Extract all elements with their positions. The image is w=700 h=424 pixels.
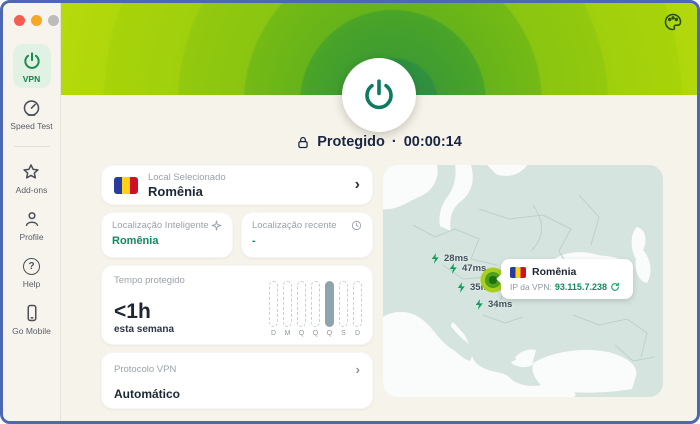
sidebar-item-label: Speed Test bbox=[10, 121, 52, 131]
protected-time-label: Tempo protegido bbox=[114, 275, 185, 286]
lightning-bolt-icon bbox=[473, 297, 486, 312]
location-cards-row: Localização Inteligente Romênia Localiza… bbox=[101, 212, 373, 258]
day-label: Q bbox=[327, 330, 332, 337]
sidebar-item-speed-test[interactable]: Speed Test bbox=[10, 97, 52, 131]
left-column: Local Selecionado Romênia › Localização … bbox=[101, 165, 373, 409]
connection-status: Protegido · 00:00:14 bbox=[61, 134, 697, 150]
day-bar bbox=[311, 281, 320, 327]
sidebar-item-vpn[interactable]: VPN bbox=[13, 44, 51, 88]
day-label: S bbox=[341, 330, 346, 337]
refresh-ip-icon[interactable] bbox=[610, 282, 620, 292]
day-bar bbox=[339, 281, 348, 327]
chevron-right-icon: › bbox=[356, 363, 360, 376]
zoom-button[interactable] bbox=[48, 15, 59, 26]
lock-icon bbox=[296, 135, 310, 150]
sidebar-item-label: Profile bbox=[19, 232, 43, 242]
day-label: Q bbox=[313, 330, 318, 337]
day-label: D bbox=[355, 330, 360, 337]
sidebar-item-label: Help bbox=[23, 279, 40, 289]
power-icon bbox=[361, 77, 397, 113]
latency-label: 34ms bbox=[488, 299, 512, 310]
ping-marker: 34ms bbox=[473, 297, 512, 312]
protected-time-card: Tempo protegido <1h esta semana D M Q Q … bbox=[101, 265, 373, 345]
main-area: Protegido · 00:00:14 Local Selecionado R… bbox=[61, 3, 697, 421]
selected-location-card[interactable]: Local Selecionado Romênia › bbox=[101, 165, 373, 205]
day-label: Q bbox=[299, 330, 304, 337]
romania-flag-icon bbox=[114, 177, 138, 194]
speedometer-icon bbox=[20, 97, 42, 119]
theme-palette-icon[interactable] bbox=[663, 12, 683, 37]
weekly-bar-chart: D M Q Q Q S D bbox=[269, 281, 362, 337]
chevron-right-icon: › bbox=[355, 177, 360, 193]
lightning-bolt-icon bbox=[455, 280, 468, 295]
selected-location-value: Romênia bbox=[148, 184, 345, 199]
smart-location-value: Romênia bbox=[112, 235, 222, 247]
vpn-protocol-card[interactable]: Protocolo VPN › Automático bbox=[101, 352, 373, 409]
sidebar-item-profile[interactable]: Profile bbox=[19, 208, 43, 242]
person-icon bbox=[21, 208, 43, 230]
day-bar bbox=[269, 281, 278, 327]
hero-banner bbox=[61, 3, 697, 95]
ip-label: IP da VPN: bbox=[510, 282, 552, 292]
day-bar-active bbox=[325, 281, 334, 327]
vpn-ip-address: 93.115.7.238 bbox=[555, 282, 607, 292]
close-button[interactable] bbox=[14, 15, 25, 26]
lightning-bolt-icon bbox=[429, 251, 442, 266]
recent-location-label: Localização recente bbox=[252, 220, 337, 231]
sidebar-item-label: Go Mobile bbox=[12, 326, 51, 336]
lightning-bolt-icon bbox=[447, 261, 460, 276]
sidebar-item-label: Add-ons bbox=[16, 185, 48, 195]
smart-location-label: Localização Inteligente bbox=[112, 220, 209, 231]
smart-location-card[interactable]: Localização Inteligente Romênia bbox=[101, 212, 233, 258]
star-icon bbox=[20, 161, 42, 183]
selected-location-label: Local Selecionado bbox=[148, 172, 345, 183]
status-label: Protegido bbox=[317, 134, 385, 150]
connect-power-button[interactable] bbox=[342, 58, 416, 132]
protected-time-value: <1h bbox=[114, 301, 174, 322]
help-icon: ? bbox=[21, 255, 43, 277]
vpn-protocol-value: Automático bbox=[114, 387, 360, 401]
app-window: VPN Speed Test Add-ons bbox=[0, 0, 700, 424]
phone-icon bbox=[21, 302, 43, 324]
map-panel: 28ms 47ms 35ms 34ms bbox=[383, 165, 663, 397]
sidebar-item-go-mobile[interactable]: Go Mobile bbox=[12, 302, 51, 336]
day-bar bbox=[353, 281, 362, 327]
romania-flag-icon bbox=[510, 267, 526, 278]
sidebar-divider bbox=[14, 146, 50, 147]
protected-time-subtitle: esta semana bbox=[114, 324, 174, 335]
traffic-lights bbox=[14, 15, 59, 26]
minimize-button[interactable] bbox=[31, 15, 42, 26]
connection-tooltip: Romênia IP da VPN: 93.115.7.238 bbox=[501, 259, 633, 299]
day-bar bbox=[283, 281, 292, 327]
sidebar-item-add-ons[interactable]: Add-ons bbox=[16, 161, 48, 195]
status-separator: · bbox=[392, 134, 397, 150]
day-label: M bbox=[285, 330, 291, 337]
tooltip-country: Romênia bbox=[532, 266, 576, 278]
sparkle-icon bbox=[211, 220, 222, 231]
recent-location-value: - bbox=[252, 235, 362, 247]
clock-icon bbox=[351, 220, 362, 231]
day-bar bbox=[297, 281, 306, 327]
recent-location-card[interactable]: Localização recente - bbox=[241, 212, 373, 258]
session-timer: 00:00:14 bbox=[404, 134, 462, 150]
sidebar-item-label: VPN bbox=[23, 74, 40, 84]
day-label: D bbox=[271, 330, 276, 337]
sidebar-item-help[interactable]: ? Help bbox=[21, 255, 43, 289]
power-icon bbox=[21, 50, 43, 72]
sidebar: VPN Speed Test Add-ons bbox=[3, 3, 61, 421]
dashboard-content: Local Selecionado Romênia › Localização … bbox=[61, 150, 697, 409]
vpn-protocol-label: Protocolo VPN bbox=[114, 364, 176, 375]
